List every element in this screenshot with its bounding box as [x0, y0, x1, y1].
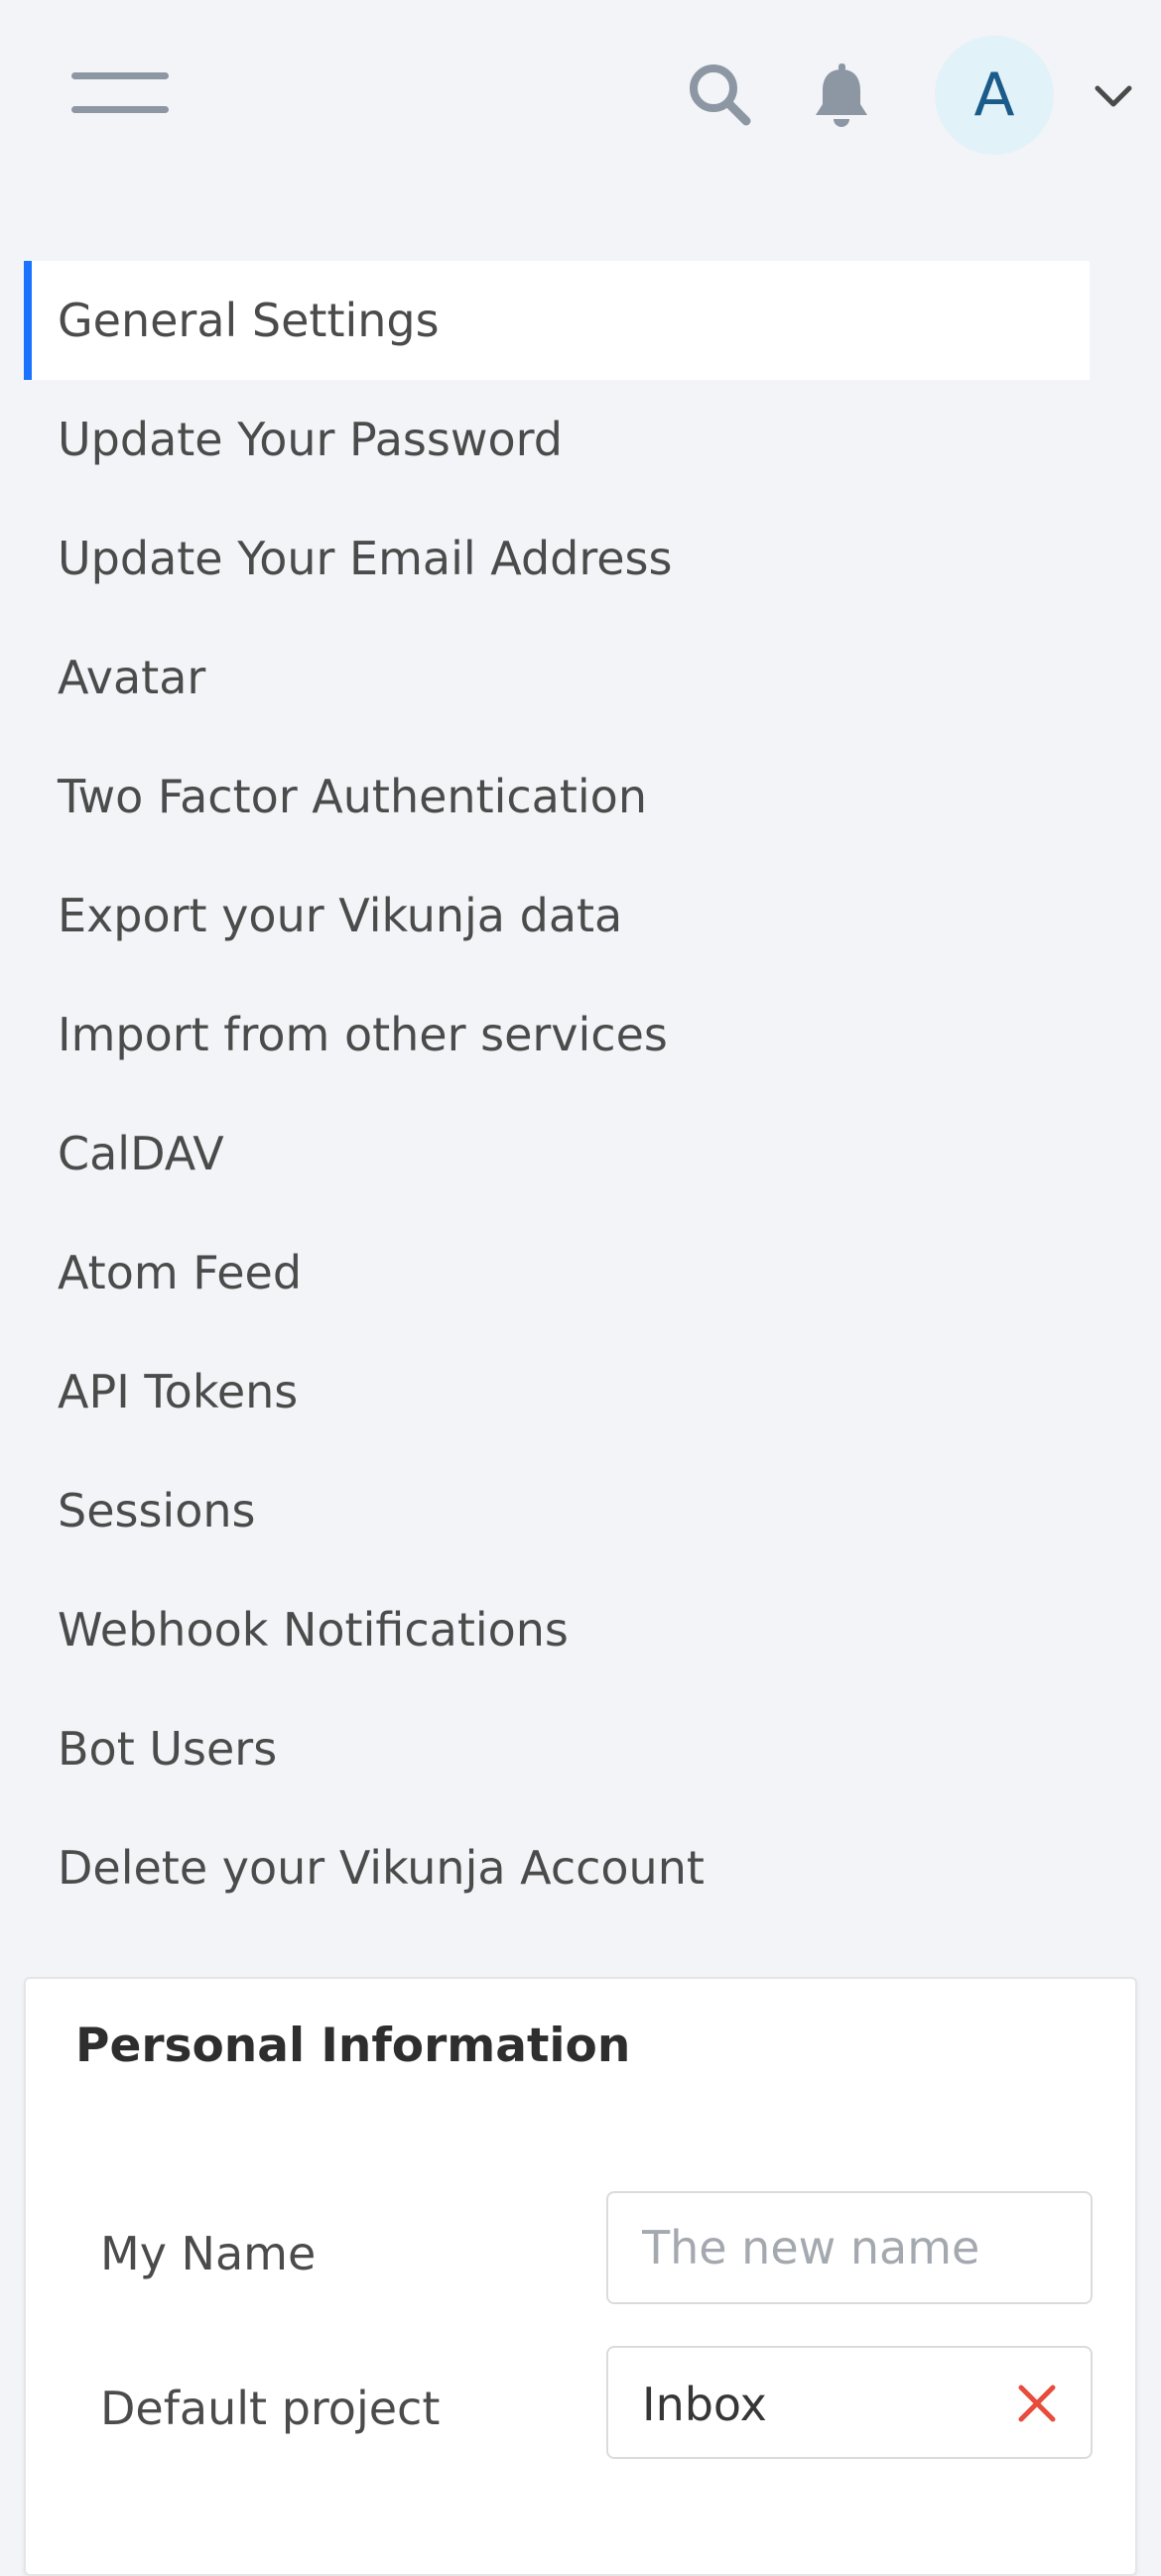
nav-item-import-from-other-services[interactable]: Import from other services [24, 975, 1090, 1094]
default-project-select[interactable]: Inbox [606, 2346, 1093, 2459]
top-bar: A [0, 0, 1161, 193]
nav-item-webhook-notifications[interactable]: Webhook Notifications [24, 1570, 1090, 1689]
menu-line [71, 106, 169, 113]
close-x-icon[interactable] [1017, 2384, 1057, 2423]
nav-item-general-settings[interactable]: General Settings [24, 261, 1090, 380]
nav-item-update-your-password[interactable]: Update Your Password [24, 380, 1090, 499]
search-icon[interactable] [685, 60, 754, 129]
menu-line [71, 72, 169, 79]
nav-item-caldav[interactable]: CalDAV [24, 1094, 1090, 1213]
nav-item-bot-users[interactable]: Bot Users [24, 1689, 1090, 1808]
bell-icon[interactable] [806, 60, 877, 131]
chevron-down-icon[interactable] [1092, 79, 1135, 113]
nav-item-update-your-email-address[interactable]: Update Your Email Address [24, 499, 1090, 618]
nav-item-api-tokens[interactable]: API Tokens [24, 1332, 1090, 1451]
default-project-label: Default project [100, 2382, 441, 2435]
default-project-value: Inbox [642, 2378, 767, 2431]
settings-navigation: General Settings Update Your Password Upda… [24, 261, 1090, 1927]
nav-item-avatar[interactable]: Avatar [24, 618, 1090, 737]
nav-item-sessions[interactable]: Sessions [24, 1451, 1090, 1570]
nav-item-two-factor-authentication[interactable]: Two Factor Authentication [24, 737, 1090, 856]
my-name-field-wrapper [606, 2191, 1093, 2304]
nav-item-delete-your-vikunja-account[interactable]: Delete your Vikunja Account [24, 1808, 1090, 1927]
my-name-input[interactable] [608, 2193, 1091, 2302]
personal-information-card: Personal Information My Name Default pro… [24, 1977, 1137, 2576]
nav-item-atom-feed[interactable]: Atom Feed [24, 1213, 1090, 1332]
card-title: Personal Information [75, 2019, 631, 2073]
hamburger-menu-icon[interactable] [71, 67, 169, 119]
nav-item-export-your-vikunja-data[interactable]: Export your Vikunja data [24, 856, 1090, 975]
user-avatar[interactable]: A [935, 36, 1054, 155]
my-name-label: My Name [100, 2227, 317, 2280]
